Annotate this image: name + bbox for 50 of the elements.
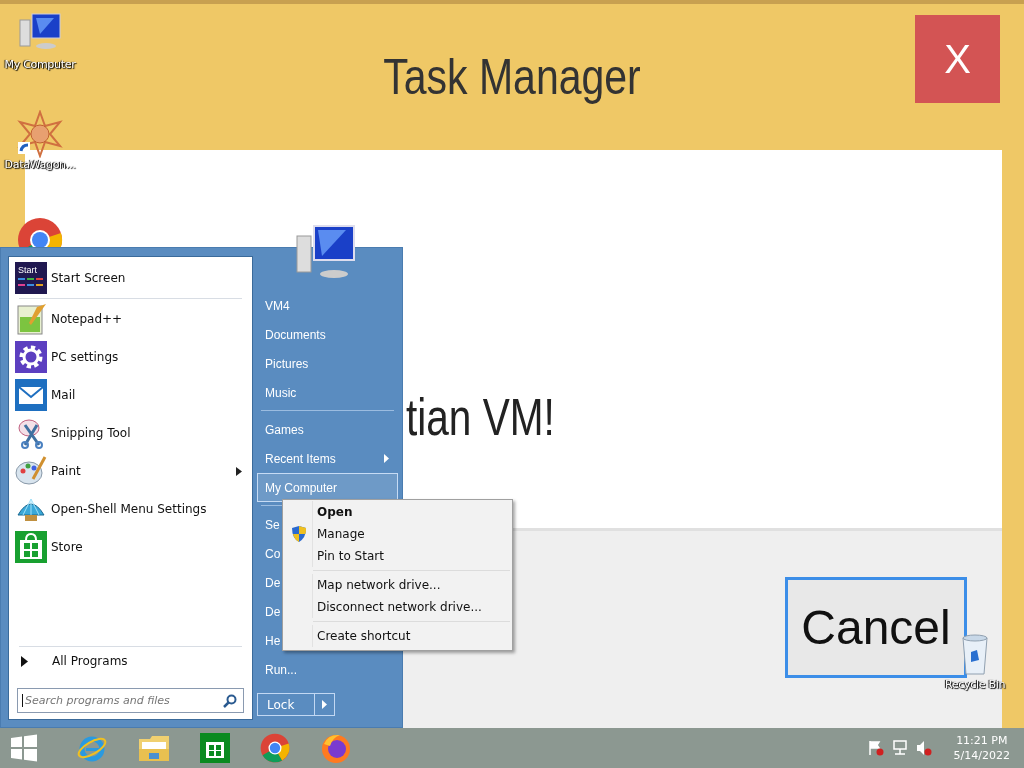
folder-icon[interactable] <box>138 733 170 763</box>
gear-icon <box>15 341 47 373</box>
store-icon[interactable] <box>200 733 230 763</box>
shutdown-options-button[interactable] <box>315 693 335 716</box>
place-item[interactable]: Pictures <box>257 349 398 378</box>
lock-button[interactable]: Lock <box>257 693 315 716</box>
menu-item[interactable]: Manage <box>285 523 510 545</box>
envelope-icon <box>15 379 47 411</box>
program-item[interactable]: Mail <box>15 376 246 414</box>
menu-item[interactable]: Map network drive... <box>285 574 510 596</box>
dialog-message: tian VM! <box>406 387 555 447</box>
search-field[interactable]: Search programs and files <box>17 688 244 713</box>
menu-item[interactable]: Open <box>285 501 510 523</box>
cancel-button[interactable]: Cancel <box>785 577 967 678</box>
firefox-icon[interactable] <box>320 732 352 764</box>
submenu-arrow-icon <box>384 454 389 463</box>
all-programs-item[interactable]: All Programs <box>15 648 246 674</box>
palette-icon <box>15 455 47 487</box>
place-item[interactable]: Music <box>257 378 398 407</box>
submenu-arrow-icon <box>236 466 242 476</box>
notepad-icon <box>15 303 47 335</box>
shopping-bag-icon <box>15 531 47 563</box>
shield-icon <box>290 525 307 543</box>
expand-arrow-icon <box>21 655 28 667</box>
program-item[interactable]: Snipping Tool <box>15 414 246 452</box>
network-icon[interactable] <box>891 740 908 756</box>
star-icon[interactable] <box>16 110 64 158</box>
start-screen-icon: Start <box>15 262 47 294</box>
program-item[interactable]: Store <box>15 528 246 566</box>
chrome-icon[interactable] <box>260 733 290 763</box>
program-item[interactable]: Paint <box>15 452 246 490</box>
place-item[interactable]: Run... <box>257 655 398 684</box>
flag-icon[interactable] <box>867 740 884 756</box>
menu-item[interactable]: Pin to Start <box>285 545 510 567</box>
muted-speaker-icon[interactable] <box>915 740 932 756</box>
program-item[interactable]: Notepad++ <box>15 300 246 338</box>
place-item[interactable]: Recent Items <box>257 444 398 473</box>
place-item[interactable]: Games <box>257 415 398 444</box>
search-icon <box>223 693 237 708</box>
program-item[interactable]: PC settings <box>15 338 246 376</box>
menu-item[interactable]: Create shortcut <box>285 625 510 647</box>
window-title: Task Manager <box>383 48 641 106</box>
place-item[interactable]: VM4 <box>257 291 398 320</box>
program-item[interactable]: Open-Shell Menu Settings <box>15 490 246 528</box>
program-item[interactable]: Start Start Screen <box>15 259 246 297</box>
menu-item[interactable]: Disconnect network drive... <box>285 596 510 618</box>
close-button[interactable]: X <box>915 15 1000 103</box>
caret-icon <box>322 700 327 709</box>
windows-logo-icon[interactable] <box>10 734 38 762</box>
place-item[interactable]: Documents <box>257 320 398 349</box>
